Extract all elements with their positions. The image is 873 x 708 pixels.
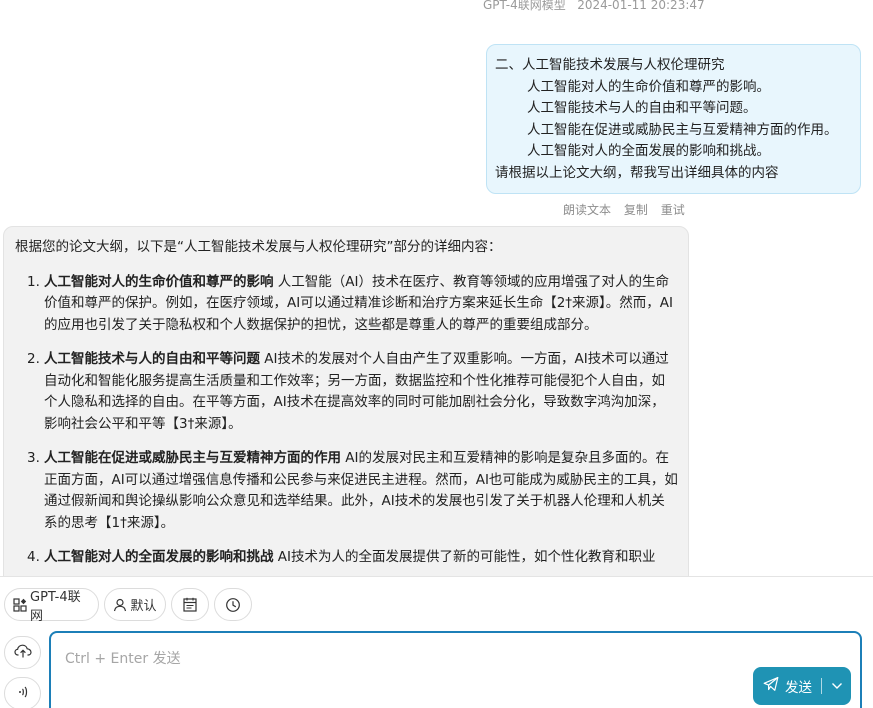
- list-item-number: 1.: [27, 273, 40, 290]
- user-message-line: 二、人工智能技术发展与人权伦理研究: [495, 57, 725, 73]
- list-item: 2. 人工智能技术与人的自由和平等问题 AI技术的发展对个人自由产生了双重影响。…: [15, 349, 678, 435]
- role-select-button[interactable]: 默认: [104, 588, 166, 621]
- model-icon: [13, 597, 27, 612]
- voice-icon: [15, 684, 31, 704]
- user-message-line: 请根据以上论文大纲，帮我写出详细具体的内容: [495, 164, 779, 181]
- list-item-number: 3.: [27, 450, 40, 466]
- message-timestamp: 2024-01-11 20:23:47: [577, 0, 705, 12]
- chevron-down-icon: [831, 678, 843, 694]
- list-item: 1. 人工智能对人的生命价值和尊严的影响 人工智能（AI）技术在医疗、教育等领域…: [15, 272, 678, 337]
- list-item-number: 2.: [27, 351, 40, 367]
- user-message-line: 人工智能对人的生命价值和尊严的影响。: [527, 78, 770, 95]
- assistant-list: 1. 人工智能对人的生命价值和尊严的影响 人工智能（AI）技术在医疗、教育等领域…: [15, 272, 678, 569]
- history-button[interactable]: [214, 588, 252, 621]
- assistant-message-bubble: 根据您的论文大纲，以下是“人工智能技术发展与人权伦理研究”部分的详细内容： 1.…: [3, 226, 689, 596]
- list-item-number: 4.: [27, 549, 40, 565]
- user-message-line: 人工智能技术与人的自由和平等问题。: [527, 100, 757, 116]
- send-options-dropdown[interactable]: [822, 667, 851, 705]
- user-message-line: 人工智能在促进或威胁民主与互爱精神方面的作用。: [527, 121, 838, 138]
- cloud-upload-icon: [13, 643, 32, 663]
- message-input-box[interactable]: [49, 631, 862, 708]
- send-button[interactable]: 发送: [753, 667, 851, 705]
- notebook-icon: [182, 597, 198, 613]
- message-input[interactable]: [51, 633, 860, 708]
- user-message-bubble: 二、人工智能技术发展与人权伦理研究 人工智能对人的生命价值和尊严的影响。 人工智…: [486, 44, 861, 194]
- prompt-template-button[interactable]: [171, 588, 209, 621]
- assistant-intro: 根据您的论文大纲，以下是“人工智能技术发展与人权伦理研究”部分的详细内容：: [15, 239, 502, 255]
- send-label: 发送: [785, 680, 812, 696]
- retry-button[interactable]: 重试: [661, 203, 685, 217]
- user-icon: [113, 598, 127, 612]
- list-item-title: 人工智能在促进或威胁民主与互爱精神方面的作用: [44, 450, 341, 466]
- model-select-button[interactable]: GPT-4联网: [4, 588, 99, 624]
- list-item-title: 人工智能对人的生命价值和尊严的影响: [44, 273, 274, 290]
- paper-plane-icon: [763, 676, 779, 696]
- message-meta: GPT-4联网模型 2024-01-11 20:23:47: [483, 0, 705, 13]
- send-main-button[interactable]: 发送: [753, 667, 821, 705]
- model-name: GPT-4联网模型: [483, 0, 566, 12]
- message-actions: 朗读文本 复制 重试: [563, 201, 694, 218]
- list-item: 4. 人工智能对人的全面发展的影响和挑战 AI技术为人的全面发展提供了新的可能性…: [15, 547, 678, 569]
- user-message-line: 人工智能对人的全面发展的影响和挑战。: [527, 143, 770, 159]
- composer-area: GPT-4联网 默认 发送: [0, 576, 873, 708]
- model-chip-label: GPT-4联网: [30, 589, 81, 624]
- copy-button[interactable]: 复制: [624, 203, 648, 217]
- clock-icon: [225, 597, 241, 613]
- read-aloud-button[interactable]: 朗读文本: [563, 203, 611, 217]
- list-item-title: 人工智能技术与人的自由和平等问题: [44, 351, 260, 367]
- upload-button[interactable]: [4, 636, 41, 669]
- list-item-title: 人工智能对人的全面发展的影响和挑战: [44, 549, 274, 565]
- list-item: 3. 人工智能在促进或威胁民主与互爱精神方面的作用 AI的发展对民主和互爱精神的…: [15, 448, 678, 534]
- voice-button[interactable]: [4, 677, 41, 708]
- list-item-body: AI技术为人的全面发展提供了新的可能性，如个性化教育和职业: [273, 549, 656, 565]
- role-chip-label: 默认: [130, 599, 157, 614]
